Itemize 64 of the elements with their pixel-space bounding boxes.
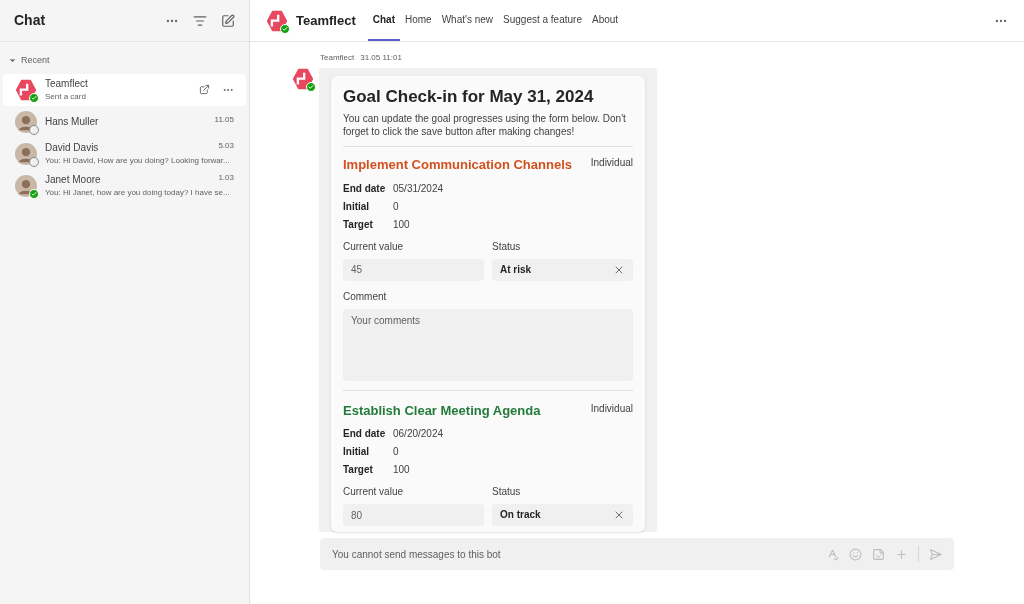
nav-tab[interactable]: What's new xyxy=(436,0,499,41)
logo-icon xyxy=(292,68,314,90)
chat-item[interactable]: David Davis 5.03 You: Hi David, How are you doing? Looking forwar... xyxy=(3,137,246,170)
sender-name: Teamflect xyxy=(320,52,355,64)
chat-name: David Davis xyxy=(45,141,99,155)
chat-item[interactable]: Hans Muller 11.05 xyxy=(3,105,246,138)
chat-item[interactable]: Janet Moore 1.03 You: Hi Janet, how are you doing today? I have se... xyxy=(3,169,246,202)
field-value: 100 xyxy=(393,218,411,231)
section-label: Recent xyxy=(21,54,50,67)
chat-item[interactable]: Teamflect Sent a card xyxy=(3,73,246,106)
chat-name: Teamflect xyxy=(45,77,88,91)
card-description: You can update the goal progresses using the form below. Don't forget to click the save button after making changes! xyxy=(343,112,633,147)
field-label: Current value xyxy=(343,240,405,253)
field-label: Current value xyxy=(343,486,405,498)
chat-time: 5.03 xyxy=(218,140,234,152)
field-value: 100 xyxy=(393,464,411,476)
avatar xyxy=(15,174,37,197)
field-value: 0 xyxy=(393,200,400,213)
clear-icon[interactable] xyxy=(613,509,625,521)
field-label: End date xyxy=(343,182,387,195)
current-value-field[interactable]: 45 xyxy=(343,258,484,281)
avatar xyxy=(15,110,37,133)
field-label: Status xyxy=(492,240,522,253)
chat-preview: You: Hi Janet, how are you doing today? I have se... xyxy=(45,187,231,199)
presence-icon xyxy=(280,23,290,34)
nav-tab[interactable]: Suggest a feature xyxy=(498,0,587,41)
field-label: Status xyxy=(492,486,522,498)
chat-preview: Sent a card xyxy=(45,91,87,103)
message-time: 31.05 11:01 xyxy=(360,52,402,64)
sidebar-title: Chat xyxy=(14,11,46,30)
nav-tab[interactable]: About xyxy=(587,0,624,41)
goal-title: Implement Communication Channels xyxy=(343,156,572,174)
status-dropdown[interactable]: At risk xyxy=(492,258,633,281)
comment-field[interactable]: Your comments xyxy=(343,308,633,381)
field-value: 05/31/2024 xyxy=(393,182,445,195)
field-label: Initial xyxy=(343,446,371,458)
field-label: End date xyxy=(343,428,387,440)
goal-type: Individual xyxy=(590,401,633,416)
logo-icon xyxy=(15,78,37,101)
chat-name: Janet Moore xyxy=(45,173,101,187)
avatar xyxy=(15,142,37,165)
chat-name: Hans Muller xyxy=(45,115,99,129)
logo-icon xyxy=(266,9,288,32)
field-label: Comment xyxy=(343,290,388,303)
app-name: Teamflect xyxy=(296,11,356,30)
new-chat-icon[interactable] xyxy=(221,13,235,28)
goal-title: Establish Clear Meeting Agenda xyxy=(343,401,541,420)
field-value: 06/20/2024 xyxy=(393,428,445,440)
field-value: 0 xyxy=(393,446,400,458)
pop-out-icon[interactable] xyxy=(199,84,210,95)
nav-tab[interactable]: Chat xyxy=(367,0,400,41)
field-label: Target xyxy=(343,218,374,231)
status-dropdown[interactable]: On track xyxy=(492,504,633,526)
current-value-field[interactable]: 80 xyxy=(343,504,484,526)
field-label: Initial xyxy=(343,200,371,213)
goal-type: Individual xyxy=(590,156,633,170)
chat-preview: You: Hi David, How are you doing? Looking forwar... xyxy=(45,155,231,167)
presence-icon xyxy=(306,82,316,92)
field-label: Target xyxy=(343,464,374,476)
filter-icon[interactable] xyxy=(193,13,207,28)
nav-tab[interactable]: Home xyxy=(399,0,437,41)
chat-time: 11.05 xyxy=(214,114,234,126)
chat-time: 1.03 xyxy=(218,172,234,184)
card-title: Goal Check-in for May 31, 2024 xyxy=(343,86,595,108)
